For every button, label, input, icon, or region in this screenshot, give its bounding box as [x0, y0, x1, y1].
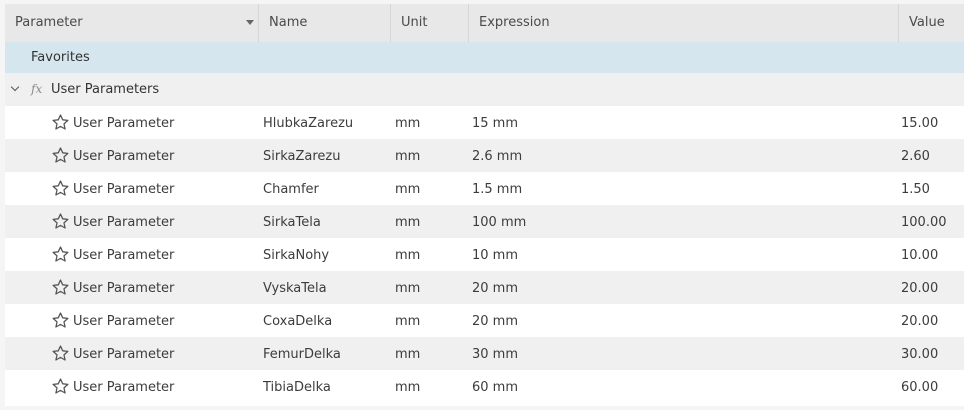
parameter-name[interactable]: TibiaDelka [263, 370, 331, 406]
star-icon[interactable] [51, 344, 70, 363]
parameter-type: User Parameter [73, 281, 175, 296]
parameter-unit[interactable]: mm [395, 304, 420, 340]
column-header-label: Expression [479, 15, 550, 30]
star-icon[interactable] [51, 245, 70, 264]
table-row[interactable]: User Parameter HlubkaZarezu mm 15 mm 15.… [5, 106, 964, 139]
parameter-type: User Parameter [73, 182, 175, 197]
table-row[interactable]: User Parameter CoxaDelka mm 20 mm 20.00 [5, 304, 964, 337]
parameter-expression[interactable]: 100 mm [472, 205, 526, 241]
parameter-value: 100.00 [901, 215, 947, 230]
parameter-name[interactable]: SirkaNohy [263, 238, 329, 274]
column-header-unit[interactable]: Unit [391, 4, 469, 42]
parameter-name[interactable]: SirkaZarezu [263, 139, 340, 175]
table-row[interactable]: User Parameter SirkaTela mm 100 mm 100.0… [5, 205, 964, 238]
parameter-type: User Parameter [73, 314, 175, 329]
table-row[interactable]: User Parameter SirkaNohy mm 10 mm 10.00 [5, 238, 964, 271]
parameter-expression[interactable]: 10 mm [472, 238, 518, 274]
favorites-label: Favorites [31, 50, 90, 65]
star-icon[interactable] [51, 179, 70, 198]
star-icon[interactable] [51, 212, 70, 231]
column-header-label: Value [909, 15, 945, 30]
parameter-value: 20.00 [901, 314, 939, 329]
group-label: User Parameters [51, 82, 160, 97]
parameter-name[interactable]: SirkaTela [263, 205, 321, 241]
parameter-value: 15.00 [901, 116, 939, 131]
parameter-unit[interactable]: mm [395, 106, 420, 142]
parameter-name[interactable]: Chamfer [263, 172, 319, 208]
parameter-value: 10.00 [901, 248, 939, 263]
parameter-type: User Parameter [73, 149, 175, 164]
parameter-unit[interactable]: mm [395, 271, 420, 307]
column-header-label: Parameter [15, 15, 83, 30]
parameter-expression[interactable]: 1.5 mm [472, 172, 522, 208]
parameter-unit[interactable]: mm [395, 337, 420, 373]
parameter-unit[interactable]: mm [395, 205, 420, 241]
parameter-expression[interactable]: 60 mm [472, 370, 518, 406]
parameter-expression[interactable]: 20 mm [472, 271, 518, 307]
column-header-name[interactable]: Name [259, 4, 391, 42]
parameter-type: User Parameter [73, 116, 175, 131]
parameter-type: User Parameter [73, 215, 175, 230]
column-header-label: Unit [401, 15, 428, 30]
parameter-value: 2.60 [901, 149, 930, 164]
sort-dropdown-icon[interactable] [246, 20, 254, 25]
parameter-name[interactable]: FemurDelka [263, 337, 341, 373]
table-row[interactable]: User Parameter SirkaZarezu mm 2.6 mm 2.6… [5, 139, 964, 172]
parameter-expression[interactable]: 15 mm [472, 106, 518, 142]
user-parameters-group[interactable]: fx User Parameters [5, 73, 964, 106]
parameter-expression[interactable]: 2.6 mm [472, 139, 522, 175]
column-header-expression[interactable]: Expression [469, 4, 899, 42]
column-header-value[interactable]: Value [899, 4, 964, 42]
table-header: Parameter Name Unit Expression Value [5, 4, 964, 42]
table-row[interactable]: User Parameter TibiaDelka mm 60 mm 60.00 [5, 370, 964, 403]
table-row[interactable]: User Parameter VyskaTela mm 20 mm 20.00 [5, 271, 964, 304]
table-row[interactable]: User Parameter FemurDelka mm 30 mm 30.00 [5, 337, 964, 370]
parameter-expression[interactable]: 20 mm [472, 304, 518, 340]
star-icon[interactable] [51, 146, 70, 165]
table-row[interactable]: User Parameter Chamfer mm 1.5 mm 1.50 [5, 172, 964, 205]
parameter-name[interactable]: CoxaDelka [263, 304, 332, 340]
star-icon[interactable] [51, 311, 70, 330]
parameter-unit[interactable]: mm [395, 172, 420, 208]
star-icon[interactable] [51, 377, 70, 396]
parameter-value: 20.00 [901, 281, 939, 296]
star-icon[interactable] [51, 113, 70, 132]
parameter-value: 60.00 [901, 380, 939, 395]
parameter-unit[interactable]: mm [395, 238, 420, 274]
parameter-expression[interactable]: 30 mm [472, 337, 518, 373]
parameter-unit[interactable]: mm [395, 370, 420, 406]
parameter-value: 30.00 [901, 347, 939, 362]
parameter-type: User Parameter [73, 347, 175, 362]
parameter-rows: User Parameter HlubkaZarezu mm 15 mm 15.… [5, 106, 964, 403]
parameter-value: 1.50 [901, 182, 930, 197]
fx-icon: fx [31, 82, 43, 96]
favorites-section[interactable]: Favorites [5, 42, 964, 73]
parameter-type: User Parameter [73, 248, 175, 263]
parameter-unit[interactable]: mm [395, 139, 420, 175]
parameter-name[interactable]: HlubkaZarezu [263, 106, 353, 142]
parameter-type: User Parameter [73, 380, 175, 395]
column-header-label: Name [269, 15, 308, 30]
column-header-parameter[interactable]: Parameter [5, 4, 259, 42]
star-icon[interactable] [51, 278, 70, 297]
parameter-name[interactable]: VyskaTela [263, 271, 327, 307]
chevron-down-icon[interactable] [10, 82, 20, 92]
parameters-table: Parameter Name Unit Expression Value Fav… [5, 4, 964, 406]
